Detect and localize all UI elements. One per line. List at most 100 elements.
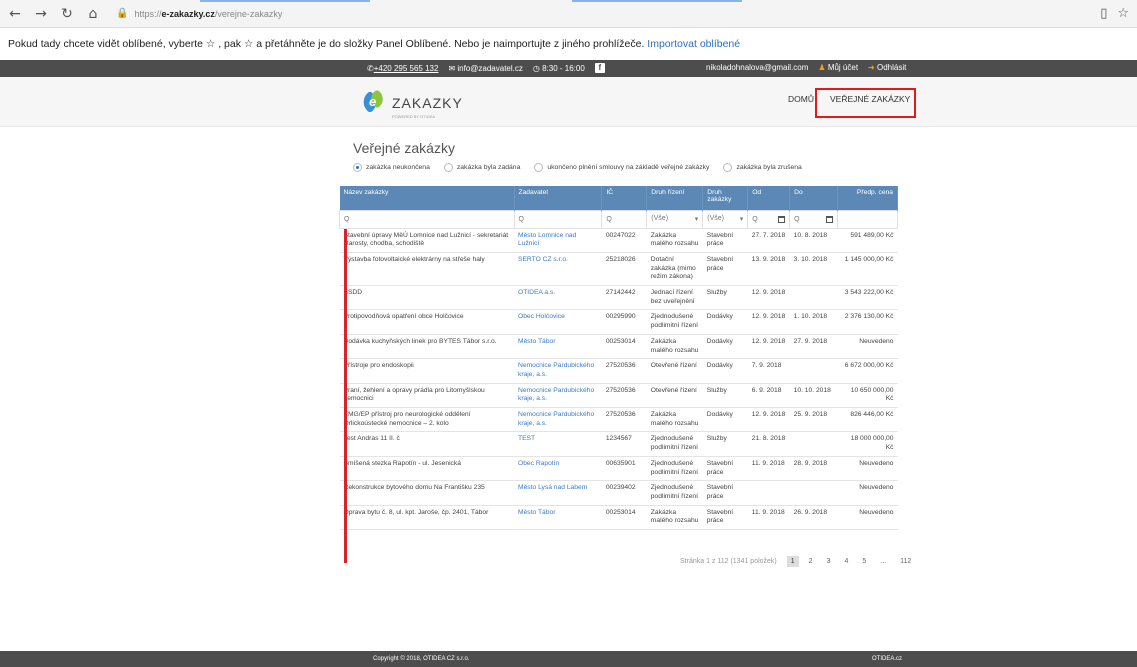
filter-cancelled[interactable]: zakázka byla zrušena — [723, 163, 802, 172]
cell-ico: 25218026 — [601, 252, 647, 287]
cell-price: 18 000 000,00 Kč — [837, 431, 898, 457]
cell-ico: 1234567 — [601, 431, 647, 457]
type-select[interactable]: (Vše) ▾ — [702, 209, 749, 229]
table-row[interactable]: Smíšená stezka Rapotín - ul. Jesenická Ob… — [339, 456, 898, 482]
page-2[interactable]: 2 — [805, 556, 817, 567]
cell-authority[interactable]: Obec Holčovice — [514, 309, 602, 335]
phone-link[interactable]: ✆+420 295 565 132 — [367, 64, 438, 73]
col-name[interactable]: Název zakázky — [339, 186, 515, 210]
home-icon[interactable]: ⌂ — [82, 3, 104, 25]
table-row[interactable]: Test Andras 11 II. č TEST 1234567 Zjednoduš… — [339, 431, 898, 457]
cell-ico: 00253014 — [601, 334, 647, 360]
cell-from: 6. 9. 2018 — [747, 383, 790, 409]
cell-procedure: Zjednodušené podlimitní řízení — [646, 456, 703, 482]
favorites-hint: Pokud tady chcete vidět oblíbené, vybert… — [8, 38, 645, 50]
name-search-input[interactable]: Q — [339, 209, 515, 229]
my-account-link[interactable]: ♟ Můj účet — [818, 63, 858, 72]
cell-name: Smíšená stezka Rapotín - ul. Jesenická — [339, 456, 514, 482]
filter-row: Q Q Q (Vše) ▾ (Vše) ▾ Q Q — [339, 209, 898, 229]
cell-to: 28. 9. 2018 — [789, 456, 838, 482]
cell-authority[interactable]: SERTO CZ s.r.o. — [514, 252, 602, 287]
col-procedure[interactable]: Druh řízení — [646, 186, 704, 210]
logout-link[interactable]: ➜ Odhlásit — [868, 63, 906, 72]
mail-icon: ✉ — [448, 63, 456, 73]
col-ico[interactable]: IČ — [601, 186, 648, 210]
cell-to — [789, 285, 838, 311]
cell-from: 13. 9. 2018 — [747, 252, 790, 287]
cell-to: 10. 8. 2018 — [789, 228, 838, 253]
menu-item-home[interactable]: DOMŮ — [788, 94, 814, 104]
cell-ico: 27520536 — [601, 358, 647, 384]
page-5[interactable]: 5 — [858, 556, 870, 567]
cell-name: Dodávka kuchyňských linek pro BYTES Tábo… — [339, 334, 514, 360]
cell-authority[interactable]: TEST — [514, 431, 602, 457]
search-icon: Q — [606, 215, 612, 223]
page-1[interactable]: 1 — [786, 556, 799, 567]
address-bar[interactable]: 🔒 https://e-zakazky.cz/verejne-zakazky — [116, 8, 282, 19]
cell-type: Služby — [702, 383, 748, 409]
chevron-down-icon: ▾ — [694, 216, 699, 223]
table-row[interactable]: Protipovodňová opatření obce Holčovice Ob… — [339, 309, 898, 335]
cell-authority[interactable]: Město Lysá nad Labem — [514, 480, 602, 506]
cell-authority[interactable]: Nemocnice Pardubického kraje, a.s. — [514, 383, 602, 409]
filter-awarded[interactable]: zakázka byla zadána — [443, 163, 520, 172]
cell-authority[interactable]: OTIDEA a.s. — [514, 285, 602, 311]
page-3[interactable]: 3 — [823, 556, 835, 567]
table-row[interactable]: Výstavba fotovoltaické elektrárny na stř… — [339, 252, 898, 287]
authority-search-input[interactable]: Q — [513, 209, 603, 229]
radio-icon — [443, 163, 453, 172]
facebook-icon[interactable]: f — [594, 63, 605, 73]
cell-to: 3. 10. 2018 — [789, 252, 838, 287]
reload-icon[interactable]: ↻ — [56, 3, 78, 25]
table-row[interactable]: SSDD OTIDEA a.s. 27142442 Jednací řízení be… — [339, 285, 898, 311]
table-row[interactable]: Stavební úpravy MěÚ Lomnice nad Lužnicí … — [339, 228, 898, 253]
cell-to — [789, 431, 838, 457]
page-4[interactable]: 4 — [840, 556, 852, 567]
col-from[interactable]: Od — [747, 186, 791, 210]
cell-type: Stavební práce — [702, 228, 748, 253]
cell-name: Přístroje pro endoskopii — [339, 358, 514, 384]
cell-name: Test Andras 11 II. č — [339, 431, 514, 457]
filter-contract-finished[interactable]: ukončeno plnění smlouvy na základě veřej… — [534, 163, 709, 172]
from-date-input[interactable]: Q — [747, 209, 791, 229]
cell-from — [747, 480, 790, 506]
ico-search-input[interactable]: Q — [601, 209, 648, 229]
email-link[interactable]: ✉ info@zadavatel.cz — [448, 64, 522, 73]
logo-icon: e — [358, 89, 390, 114]
to-date-input[interactable]: Q — [789, 209, 839, 229]
tab-indicator — [572, 0, 742, 2]
col-price[interactable]: Předp. cena — [837, 186, 898, 210]
site-logo[interactable]: e ZAKAZKY — [358, 89, 463, 114]
table-row[interactable]: Přístroje pro endoskopii Nemocnice Pardub… — [339, 358, 898, 384]
cell-type: Služby — [702, 431, 748, 457]
favorite-star-icon[interactable]: ☆ — [1117, 6, 1129, 21]
col-to[interactable]: Do — [789, 186, 839, 210]
cell-from: 7. 9. 2018 — [747, 358, 790, 384]
cell-authority[interactable]: Obec Rapotín — [514, 456, 602, 482]
back-icon[interactable]: ← — [4, 3, 26, 25]
table-row[interactable]: Rekonstrukce bytového domu Na Františku … — [339, 480, 898, 506]
cell-authority[interactable]: Nemocnice Pardubického kraje, a.s. — [514, 407, 602, 433]
table-body: Stavební úpravy MěÚ Lomnice nad Lužnicí … — [339, 228, 898, 531]
table-row[interactable]: Oprava bytu č. 8, ul. kpt. Jaroše, čp. 2… — [339, 505, 898, 531]
cell-procedure: Zakázka malého rozsahu — [646, 505, 703, 531]
footer-brand-link[interactable]: OTIDEA.cz — [872, 656, 902, 662]
cell-authority[interactable]: Město Lomnice nad Lužnicí — [514, 228, 602, 253]
col-contracting-authority[interactable]: Zadavatel — [514, 186, 603, 210]
col-contract-type[interactable]: Druh zakázky — [702, 186, 749, 210]
cell-authority[interactable]: Nemocnice Pardubického kraje, a.s. — [514, 358, 602, 384]
filter-not-finished[interactable]: zakázka neukončena — [353, 163, 430, 172]
cell-authority[interactable]: Město Tábor — [514, 334, 602, 360]
procedure-select[interactable]: (Vše) ▾ — [646, 209, 704, 229]
table-row[interactable]: EMG/EP přístroj pro neurologické oddělen… — [339, 407, 898, 433]
forward-icon[interactable]: → — [30, 3, 52, 25]
radio-icon — [723, 163, 733, 172]
reading-view-icon[interactable]: ▯ — [1100, 6, 1107, 21]
import-favorites-link[interactable]: Importovat oblíbené — [647, 38, 740, 50]
cell-authority[interactable]: Město Tábor — [514, 505, 602, 531]
user-email: nikoladohnalova@gmail.com — [706, 63, 809, 72]
page-last[interactable]: 112 — [896, 556, 915, 567]
table-row[interactable]: Dodávka kuchyňských linek pro BYTES Tábo… — [339, 334, 898, 360]
cell-from: 12. 9. 2018 — [747, 334, 790, 360]
table-row[interactable]: Praní, žehlení a opravy prádla pro Litom… — [339, 383, 898, 409]
